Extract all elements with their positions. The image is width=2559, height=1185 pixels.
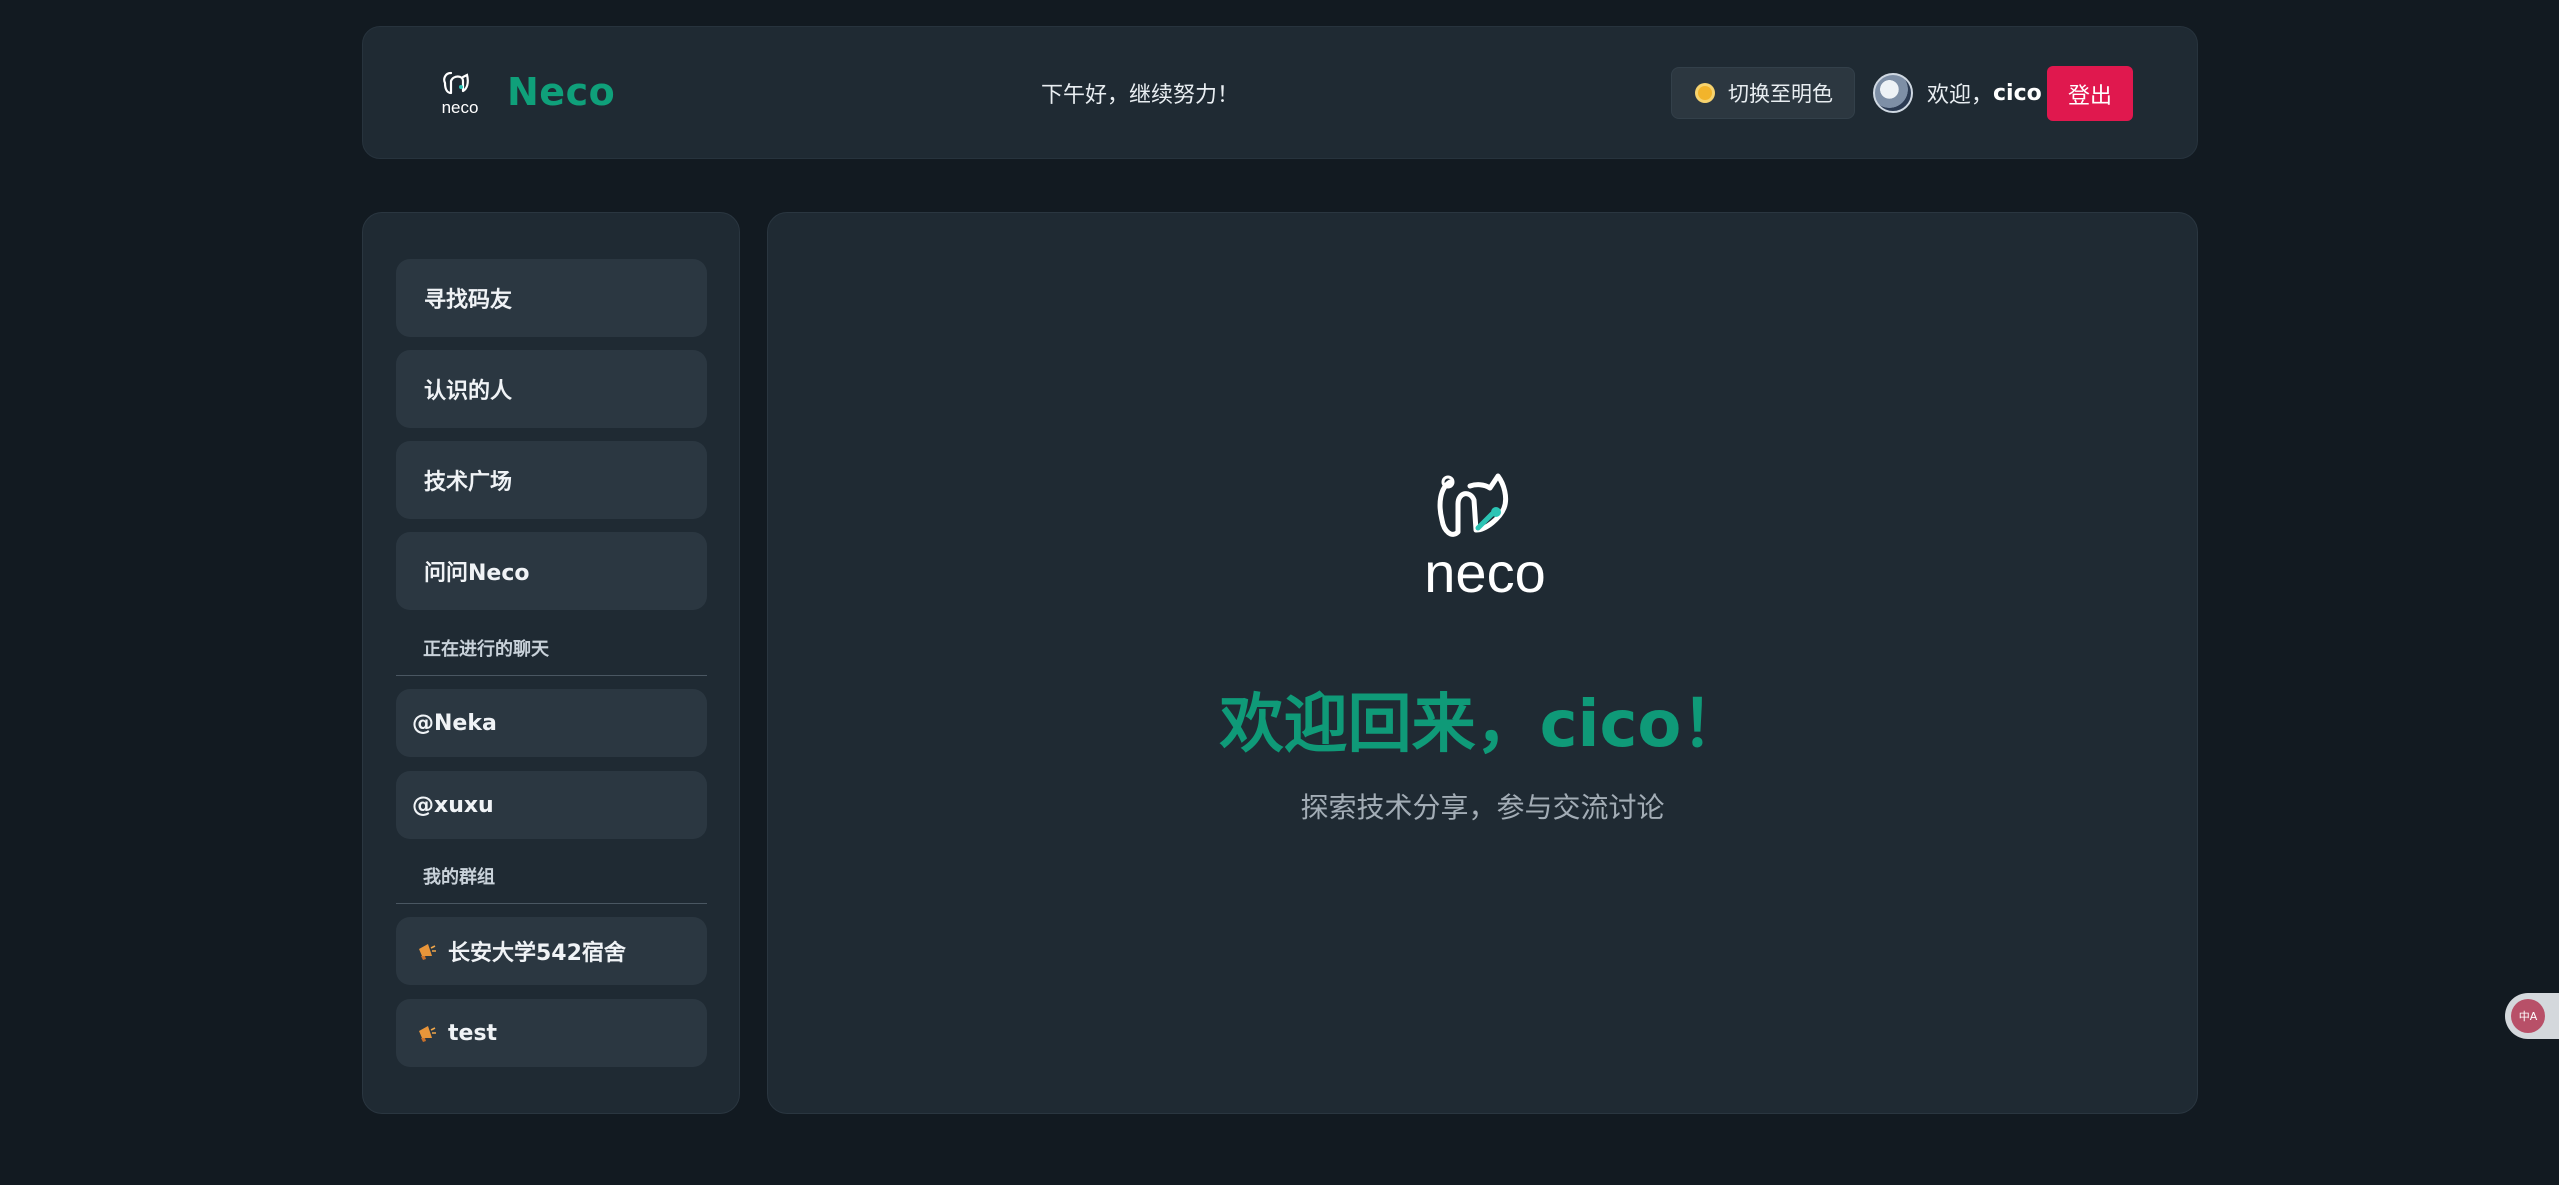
active-chats-heading: 正在进行的聊天 xyxy=(423,639,549,660)
avatar[interactable] xyxy=(1873,73,1913,113)
theme-toggle-button[interactable]: 切换至明色 xyxy=(1671,67,1855,119)
brand-name: Neco xyxy=(507,70,616,114)
sidebar-item-ask-neco[interactable]: 问问Neco xyxy=(396,532,707,610)
megaphone-icon xyxy=(419,1026,436,1042)
welcome-subtitle: 探索技术分享，参与交流讨论 xyxy=(1300,791,1665,824)
translate-icon: 中A xyxy=(2511,999,2545,1033)
main-panel: neco 欢迎回来，cico！ 探索技术分享，参与交流讨论 xyxy=(767,212,2198,1114)
divider xyxy=(396,675,707,676)
top-header: neco Neco 下午好，继续努力！ 切换至明色 欢迎， cico 登出 xyxy=(362,26,2198,159)
sidebar: 寻找码友 认识的人 技术广场 问问Neco 正在进行的聊天 @Neka @xux… xyxy=(362,212,740,1114)
logout-button[interactable]: 登出 xyxy=(2047,66,2133,121)
group-label: 长安大学542宿舍 xyxy=(448,941,626,966)
megaphone-icon xyxy=(419,944,436,960)
welcome-prefix: 欢迎， xyxy=(1927,83,1994,108)
sidebar-item-known-people[interactable]: 认识的人 xyxy=(396,350,707,428)
svg-text:neco: neco xyxy=(1424,541,1545,598)
chat-item-neka[interactable]: @Neka xyxy=(396,689,707,757)
greeting-text: 下午好，继续努力！ xyxy=(1041,83,1240,108)
group-item-dorm[interactable]: 长安大学542宿舍 xyxy=(396,917,707,985)
welcome-title: 欢迎回来，cico！ xyxy=(1219,688,1746,762)
sidebar-item-find-coders[interactable]: 寻找码友 xyxy=(396,259,707,337)
theme-toggle-label: 切换至明色 xyxy=(1728,82,1833,106)
sun-icon xyxy=(1694,82,1716,104)
group-label: test xyxy=(448,1020,498,1046)
group-item-test[interactable]: test xyxy=(396,999,707,1067)
brand[interactable]: neco Neco xyxy=(433,69,615,115)
chat-item-xuxu[interactable]: @xuxu xyxy=(396,771,707,839)
neco-logo-icon: neco xyxy=(1424,473,1546,598)
sidebar-item-tech-square[interactable]: 技术广场 xyxy=(396,441,707,519)
neco-logo-icon: neco xyxy=(442,71,479,115)
divider xyxy=(396,903,707,904)
username: cico xyxy=(1993,80,2042,106)
user-info: 欢迎， cico xyxy=(1873,73,2042,113)
svg-text:neco: neco xyxy=(442,98,479,115)
translate-widget[interactable]: 中A xyxy=(2505,993,2559,1039)
groups-heading: 我的群组 xyxy=(423,867,495,888)
